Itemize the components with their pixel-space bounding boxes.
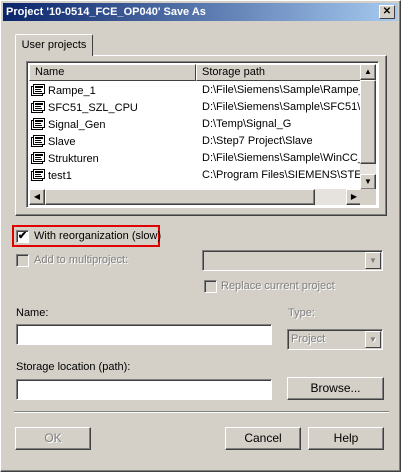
project-path-cell: D:\Temp\Signal_G <box>202 118 292 130</box>
vertical-scrollbar[interactable]: ▲ ▼ <box>360 64 376 190</box>
project-path-cell: D:\File\Siemens\Sample\SFC51\S <box>202 101 362 113</box>
column-header-storage-path[interactable]: Storage path <box>196 64 362 81</box>
cancel-button[interactable]: Cancel <box>225 427 301 450</box>
table-row[interactable]: Signal_Gen D:\Temp\Signal_G <box>29 116 362 133</box>
projects-list[interactable]: Name Storage path Rampe_1 D:\File\Siemens… <box>26 61 379 208</box>
type-dropdown-button[interactable]: ▼ <box>365 331 381 348</box>
table-row[interactable]: Rampe_1 D:\File\Siemens\Sample\Rampe_ <box>29 82 362 99</box>
title-bar[interactable]: Project '10-0514_FCE_OP040' Save As ✕ <box>3 3 398 21</box>
project-name-cell: Strukturen <box>29 150 196 167</box>
project-path-cell: D:\File\Siemens\Sample\WinCC_ <box>202 152 362 164</box>
horizontal-scrollbar[interactable]: ◀ ▶ <box>29 189 362 205</box>
table-row[interactable]: SFC51_SZL_CPU D:\File\Siemens\Sample\SFC5… <box>29 99 362 116</box>
name-label: Name: <box>16 307 49 319</box>
project-name: SFC51_SZL_CPU <box>48 101 138 114</box>
project-name-cell: Slave <box>29 133 196 150</box>
project-folder-icon <box>31 135 45 148</box>
project-path-cell: D:\Step7 Project\Slave <box>202 135 313 147</box>
scrollbar-corner <box>360 189 376 205</box>
close-icon: ✕ <box>382 6 392 17</box>
separator <box>14 411 389 413</box>
tab-user-projects[interactable]: User projects <box>15 34 93 56</box>
project-name: test1 <box>48 169 72 182</box>
project-folder-icon <box>31 101 45 114</box>
browse-button[interactable]: Browse... <box>287 377 384 400</box>
table-row[interactable]: Strukturen D:\File\Siemens\Sample\WinCC_ <box>29 150 362 167</box>
reorganization-label-text: With reorganization (slow) <box>34 230 162 242</box>
window-title: Project '10-0514_FCE_OP040' Save As <box>6 6 206 18</box>
project-name: Rampe_1 <box>48 84 96 97</box>
replace-current-project-checkbox[interactable] <box>204 280 217 293</box>
tab-label: User projects <box>21 39 87 51</box>
type-label: Type: <box>288 307 315 319</box>
scroll-up-button[interactable]: ▲ <box>360 64 376 80</box>
project-name-cell: Rampe_1 <box>29 82 196 99</box>
list-rows: Rampe_1 D:\File\Siemens\Sample\Rampe_ SFC5… <box>29 82 362 192</box>
name-input[interactable] <box>16 324 272 345</box>
project-name-cell: test1 <box>29 167 196 184</box>
project-folder-icon <box>31 169 45 182</box>
vertical-scroll-thumb[interactable] <box>360 80 376 164</box>
storage-location-input[interactable] <box>16 379 272 400</box>
reorganization-label[interactable]: With reorganization (slow) <box>34 230 161 243</box>
list-header: Name Storage path <box>29 64 362 81</box>
table-row[interactable]: test1 C:\Program Files\SIEMENS\STEP <box>29 167 362 184</box>
arrow-left-icon: ◀ <box>33 192 41 201</box>
type-select-value: Project <box>291 333 326 345</box>
scroll-down-button[interactable]: ▼ <box>360 174 376 190</box>
ok-button[interactable]: OK <box>15 427 91 450</box>
project-name: Strukturen <box>48 152 99 165</box>
add-to-multiproject-label: Add to multiproject: <box>34 254 128 267</box>
save-as-dialog: Project '10-0514_FCE_OP040' Save As ✕ Us… <box>0 0 401 472</box>
replace-current-project-label-text: Replace current project <box>221 280 335 292</box>
type-select[interactable]: Project ▼ <box>287 329 383 350</box>
help-button[interactable]: Help <box>308 427 384 450</box>
project-folder-icon <box>31 152 45 165</box>
project-name: Slave <box>48 135 76 148</box>
arrow-right-icon: ▶ <box>350 192 358 201</box>
multiproject-dropdown-button[interactable]: ▼ <box>365 252 381 269</box>
close-button[interactable]: ✕ <box>379 5 395 19</box>
project-name-cell: SFC51_SZL_CPU <box>29 99 196 116</box>
arrow-up-icon: ▲ <box>364 67 372 76</box>
project-name-cell: Signal_Gen <box>29 116 196 133</box>
horizontal-scroll-thumb[interactable] <box>45 189 315 205</box>
scroll-left-button[interactable]: ◀ <box>29 189 45 205</box>
project-folder-icon <box>31 118 45 131</box>
add-to-multiproject-label-text: Add to multiproject: <box>34 254 129 266</box>
multiproject-select[interactable]: ▼ <box>202 250 383 271</box>
checkmark-icon: ✔ <box>17 230 28 242</box>
chevron-down-icon: ▼ <box>369 256 377 265</box>
project-path-cell: D:\File\Siemens\Sample\Rampe_ <box>202 84 362 96</box>
chevron-down-icon: ▼ <box>369 335 377 344</box>
project-path-cell: C:\Program Files\SIEMENS\STEP <box>202 169 362 181</box>
column-header-name[interactable]: Name <box>29 64 196 81</box>
table-row[interactable]: Slave D:\Step7 Project\Slave <box>29 133 362 150</box>
replace-current-project-label: Replace current project <box>221 280 335 293</box>
project-folder-icon <box>31 84 45 97</box>
reorganization-checkbox[interactable]: ✔ <box>16 230 29 243</box>
add-to-multiproject-checkbox[interactable] <box>16 254 29 267</box>
arrow-down-icon: ▼ <box>364 177 372 186</box>
storage-location-label: Storage location (path): <box>16 361 131 373</box>
project-name: Signal_Gen <box>48 118 106 131</box>
